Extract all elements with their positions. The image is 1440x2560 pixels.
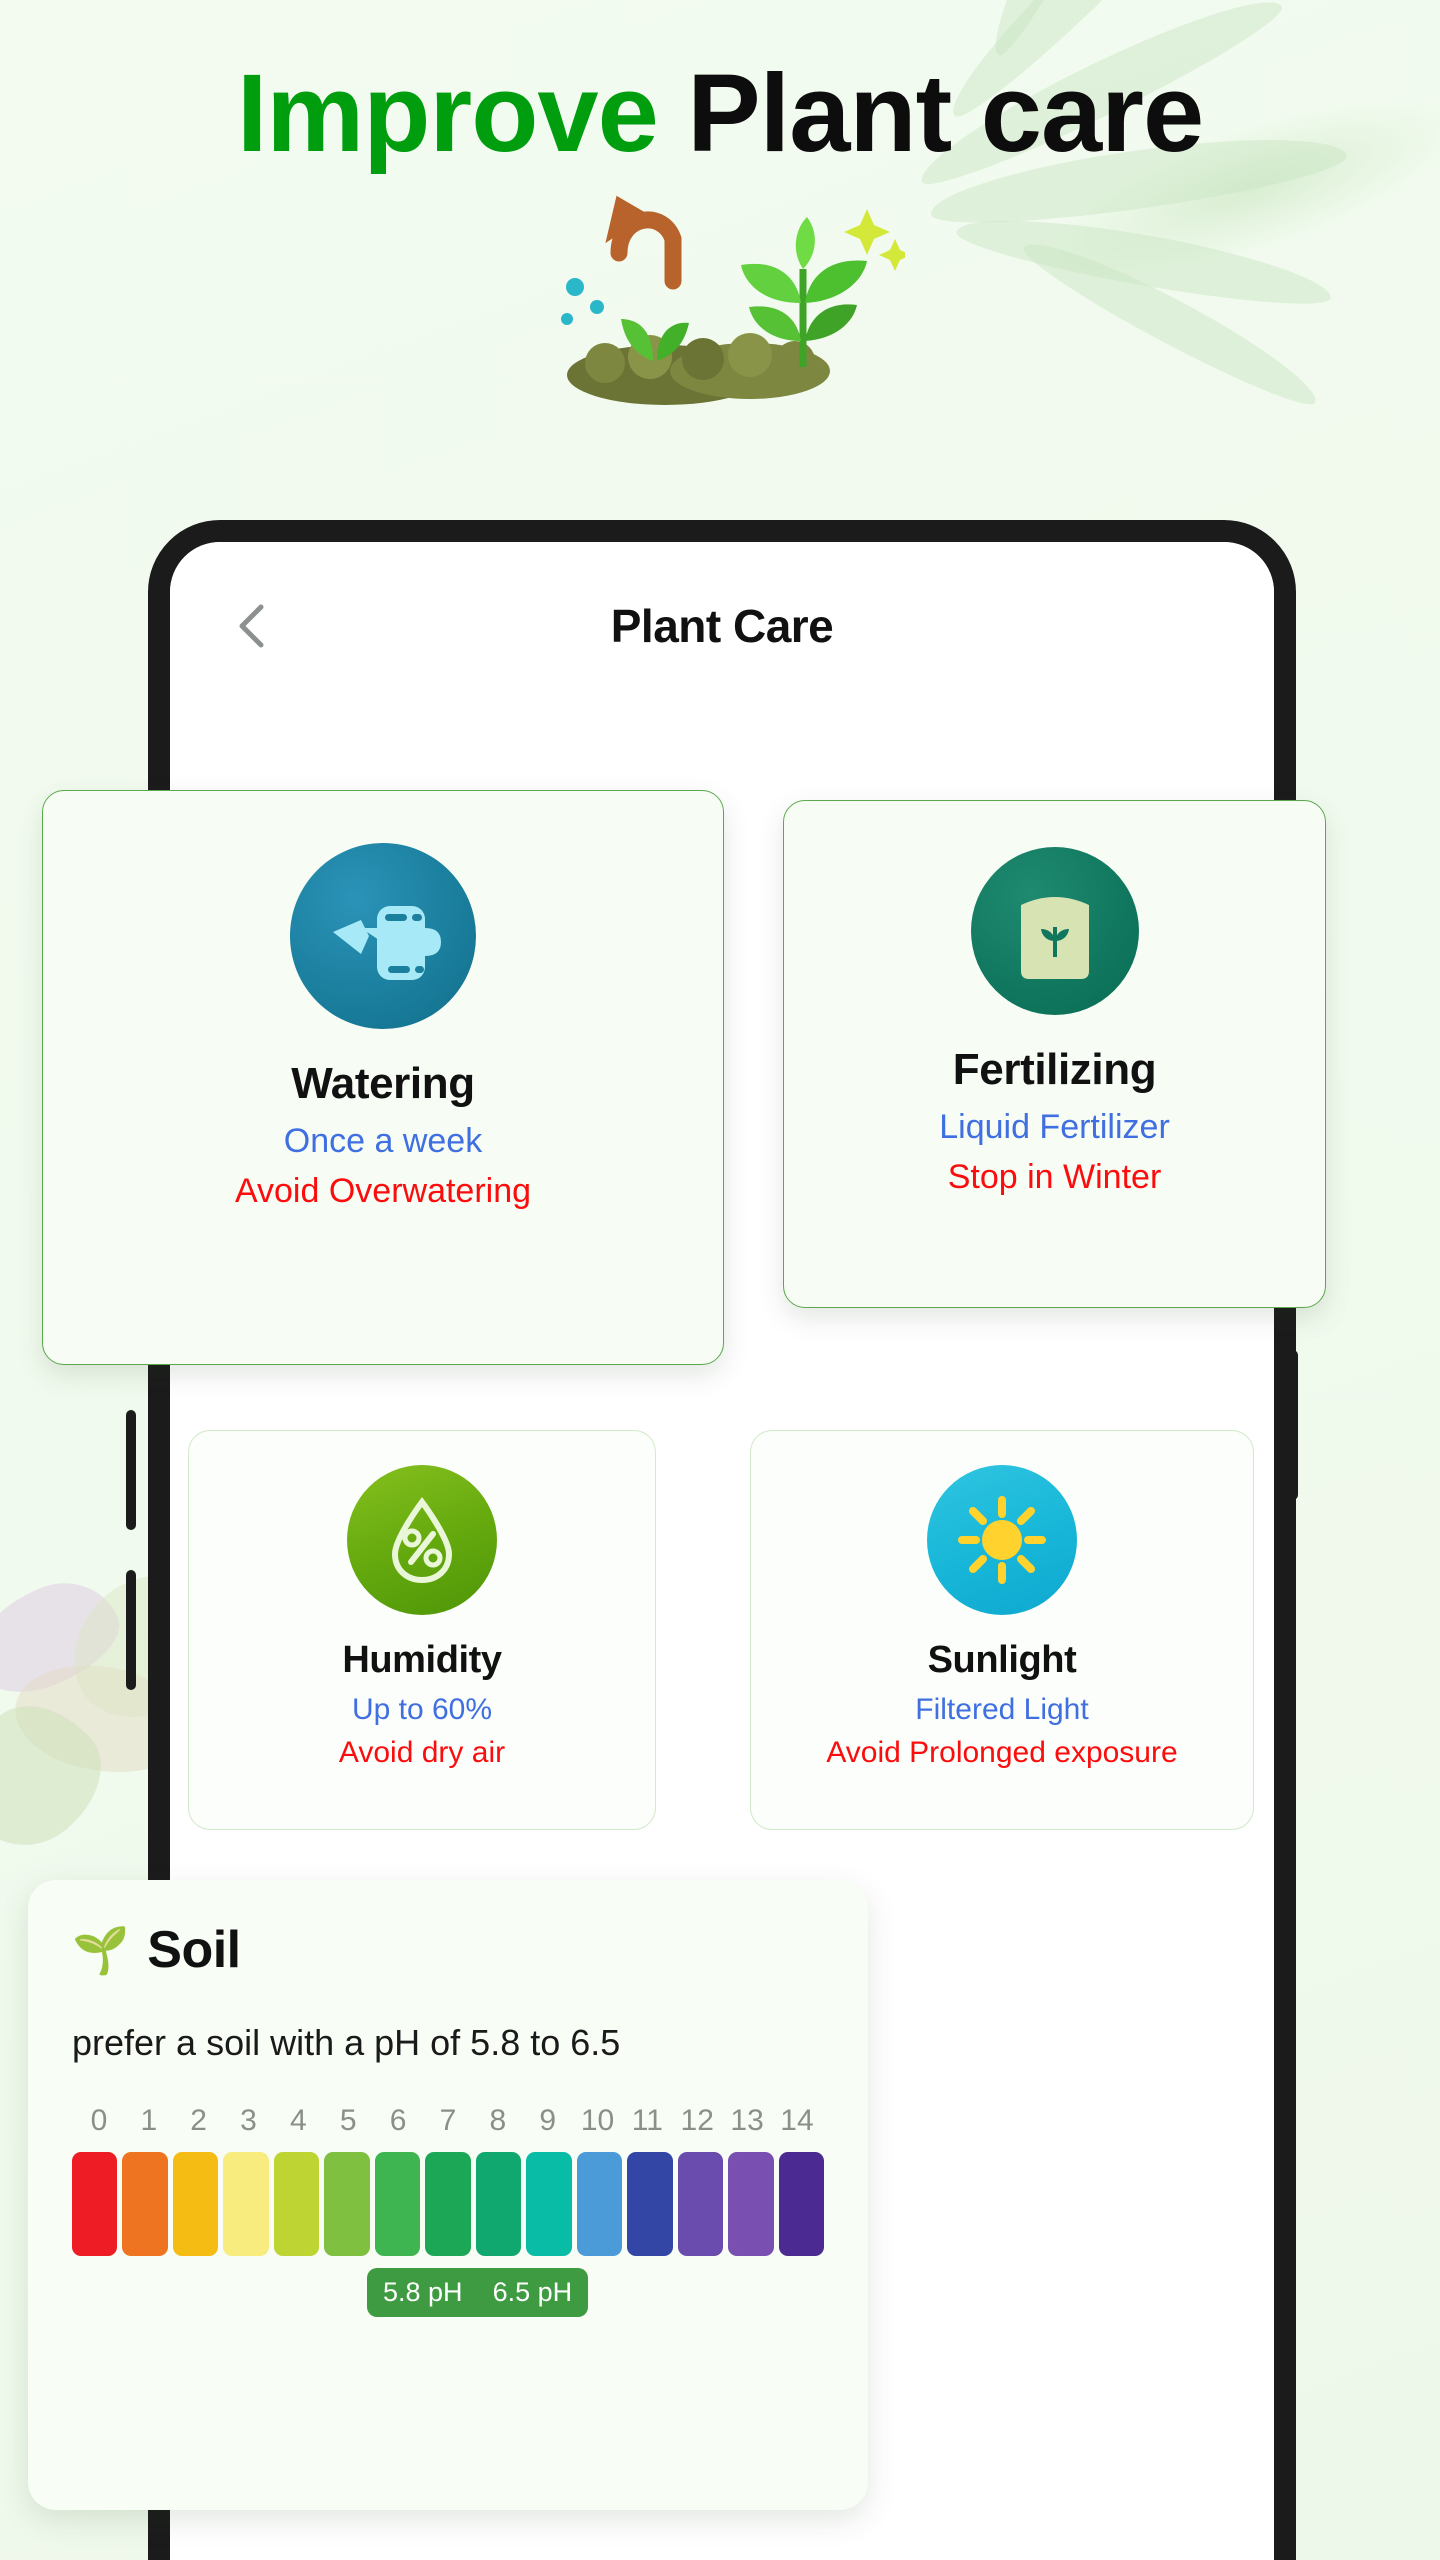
card-title: Fertilizing — [952, 1045, 1157, 1094]
card-warning: Avoid Overwatering — [234, 1172, 532, 1210]
phone-power-button — [1288, 1350, 1298, 1500]
ph-tick-label: 10 — [580, 2104, 615, 2137]
ph-tick-label: 2 — [190, 2104, 207, 2137]
soil-description: prefer a soil with a pH of 5.8 to 6.5 — [72, 2022, 621, 2063]
ph-bar — [677, 2152, 724, 2256]
ph-bar — [475, 2152, 522, 2256]
ph-bar — [778, 2152, 825, 2256]
ph-bar — [576, 2152, 623, 2256]
card-title: Watering — [291, 1059, 475, 1108]
ph-tick-label: 11 — [631, 2104, 663, 2137]
ph-tick-label: 7 — [439, 2104, 457, 2137]
ph-bar — [273, 2152, 320, 2256]
page-title-rest: Plant care — [657, 52, 1204, 175]
card-warning: Avoid Prolonged exposure — [826, 1736, 1178, 1769]
soil-title: Soil — [147, 1921, 241, 1979]
ph-range-badge: 5.8 pH 6.5 pH — [367, 2268, 589, 2317]
card-subtitle: Filtered Light — [915, 1693, 1089, 1726]
card-warning: Stop in Winter — [947, 1158, 1162, 1196]
card-title: Sunlight — [927, 1639, 1077, 1681]
care-card-humidity[interactable]: Humidity Up to 60% Avoid dry air — [188, 1430, 656, 1830]
back-button[interactable] — [228, 603, 274, 649]
card-subtitle: Once a week — [283, 1122, 483, 1160]
ph-tick-label: 14 — [780, 2104, 814, 2137]
ph-bar — [122, 2152, 168, 2256]
ph-color-bars — [72, 2152, 825, 2256]
ph-tick-label: 13 — [730, 2104, 764, 2137]
care-card-sunlight[interactable]: Sunlight Filtered Light Avoid Prolonged … — [750, 1430, 1254, 1830]
ph-bar — [223, 2152, 269, 2256]
chevron-left-icon — [239, 604, 264, 648]
ph-bar — [728, 2152, 774, 2256]
ph-tick-label: 1 — [140, 2104, 158, 2137]
ph-tick-label: 3 — [240, 2104, 257, 2137]
soil-panel: 🌱 Soil prefer a soil with a pH of 5.8 to… — [28, 1880, 868, 2510]
ph-tick-label: 5 — [339, 2104, 357, 2137]
ph-range-high: 6.5 pH — [492, 2277, 573, 2307]
seedling-in-hand-icon: 🌱 — [72, 1924, 130, 1976]
phone-volume-down-button — [126, 1570, 136, 1690]
ph-tick-label: 8 — [489, 2104, 507, 2137]
page-title: Improve Plant care — [0, 52, 1440, 175]
ph-bar — [374, 2152, 421, 2256]
humidity-droplet-icon — [347, 1465, 497, 1615]
page-title-accent: Improve — [236, 52, 659, 175]
card-title: Humidity — [342, 1639, 502, 1681]
ph-scale-chart: 0 1 2 3 4 5 6 7 8 9 10 11 12 13 14 5.8 pH 6.5 pH — [72, 2104, 825, 2324]
ph-bar — [627, 2152, 673, 2256]
ph-bar — [72, 2152, 118, 2256]
ph-tick-label: 6 — [389, 2104, 407, 2137]
ph-bar — [425, 2152, 471, 2256]
ph-tick-label: 0 — [90, 2104, 108, 2137]
ph-range-row: 5.8 pH 6.5 pH — [72, 2268, 824, 2324]
ph-range-low: 5.8 pH — [383, 2277, 463, 2307]
fertilizer-bag-icon — [970, 847, 1139, 1015]
card-warning: Avoid dry air — [338, 1736, 506, 1769]
ph-tick-label: 9 — [539, 2104, 556, 2137]
care-card-watering[interactable]: Watering Once a week Avoid Overwatering — [42, 790, 724, 1365]
phone-volume-up-button — [126, 1410, 136, 1530]
watering-can-icon — [290, 843, 476, 1029]
plant-illustration — [561, 195, 905, 405]
ph-tick-label: 12 — [680, 2104, 714, 2137]
ph-axis-labels: 0 1 2 3 4 5 6 7 8 9 10 11 12 13 14 — [72, 2104, 824, 2138]
soil-header: 🌱 Soil — [72, 1920, 824, 1980]
app-header: Plant Care — [170, 542, 1274, 710]
ph-tick-label: 4 — [290, 2104, 307, 2137]
ph-bar — [172, 2152, 219, 2256]
ph-bar — [324, 2152, 370, 2256]
sun-icon — [927, 1465, 1077, 1615]
promo-screenshot: Improve Plant care Plant Care Watering O… — [0, 0, 1440, 2560]
ph-bar — [526, 2152, 572, 2256]
card-subtitle: Liquid Fertilizer — [939, 1108, 1170, 1146]
app-title: Plant Care — [610, 600, 834, 652]
card-subtitle: Up to 60% — [351, 1693, 493, 1726]
care-card-fertilizing[interactable]: Fertilizing Liquid Fertilizer Stop in Wi… — [783, 800, 1326, 1308]
